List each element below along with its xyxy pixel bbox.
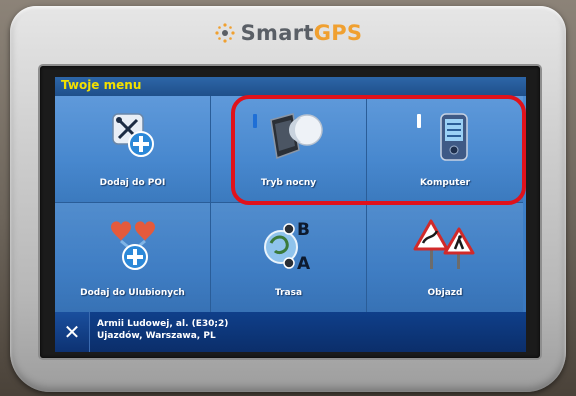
menu-item-add-poi[interactable]: Dodaj do POI bbox=[55, 96, 211, 203]
detour-icon bbox=[413, 217, 477, 277]
current-address-line1: Armii Ludowej, al. (E30;2) bbox=[97, 319, 229, 329]
menu-title-bar: Twoje menu bbox=[55, 77, 526, 96]
current-address-line2: Ujazdów, Warszawa, PL bbox=[97, 331, 216, 341]
svg-text:A: A bbox=[297, 254, 311, 273]
svg-text:B: B bbox=[297, 220, 310, 240]
menu-item-label: Trasa bbox=[274, 288, 303, 298]
brand-smart: Smart bbox=[240, 21, 314, 45]
menu-title: Twoje menu bbox=[61, 78, 142, 92]
brand-logo: SmartGPS bbox=[0, 21, 576, 49]
menu-item-add-favourites[interactable]: Dodaj do Ulubionych bbox=[55, 203, 211, 312]
satellite-dots-icon bbox=[214, 22, 236, 49]
status-bar: ✕ Armii Ludowej, al. (E30;2) Ujazdów, Wa… bbox=[55, 312, 526, 352]
menu-item-label: Dodaj do Ulubionych bbox=[80, 288, 185, 298]
add-poi-icon bbox=[109, 110, 157, 164]
menu-item-label: Dodaj do POI bbox=[99, 178, 166, 188]
menu-item-detour[interactable]: Objazd bbox=[367, 203, 523, 312]
close-button[interactable]: ✕ bbox=[55, 312, 90, 352]
brand-gps: GPS bbox=[313, 21, 363, 45]
menu-item-label: Objazd bbox=[427, 288, 463, 298]
menu-item-route[interactable]: B A Trasa bbox=[211, 203, 367, 312]
add-favourites-icon bbox=[105, 217, 161, 275]
red-highlight-annotation bbox=[231, 95, 526, 205]
route-icon: B A bbox=[259, 217, 319, 277]
